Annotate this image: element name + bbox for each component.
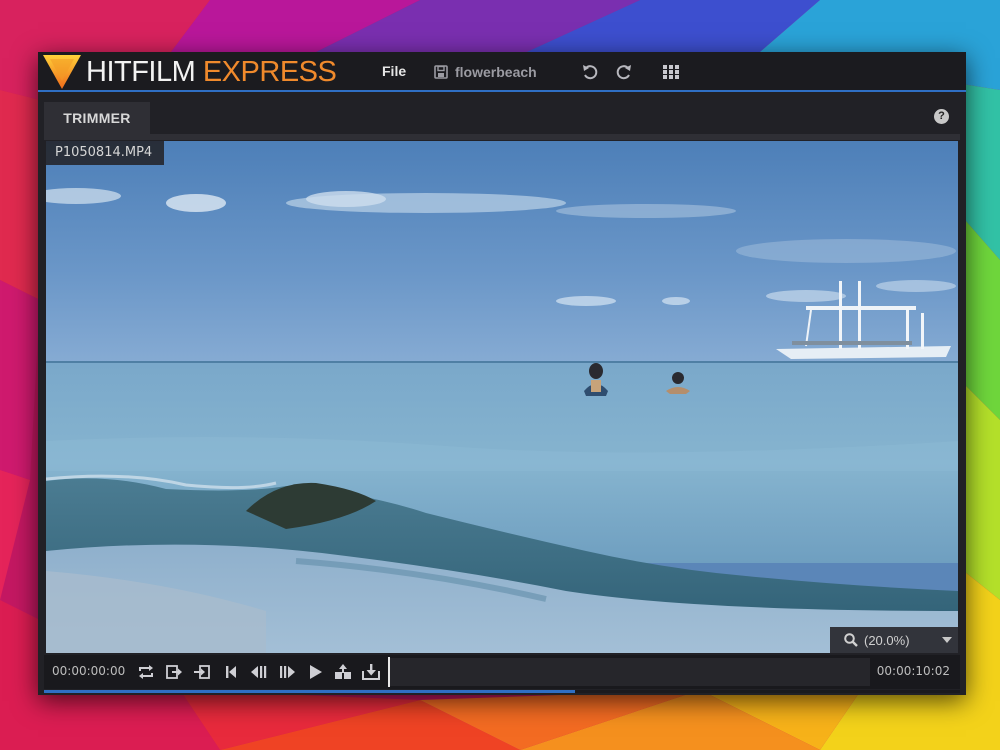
project-name-button[interactable]: flowerbeach xyxy=(434,62,537,82)
out-timecode[interactable]: 00:00:10:02 xyxy=(877,664,950,678)
video-frame xyxy=(46,141,958,653)
redo-icon[interactable] xyxy=(615,63,633,81)
file-menu[interactable]: File xyxy=(382,63,406,79)
brand-primary: HITFILM xyxy=(86,56,196,88)
hitfilm-logo-icon xyxy=(43,55,81,89)
tab-trimmer[interactable]: TRIMMER xyxy=(44,102,150,134)
zoom-value: (20.0%) xyxy=(864,632,910,648)
grid-icon[interactable] xyxy=(662,63,680,81)
title-bar: HITFILM EXPRESS File flowerbeach xyxy=(38,52,966,92)
brand-secondary: EXPRESS xyxy=(202,56,337,88)
help-icon[interactable]: ? xyxy=(934,109,949,124)
chevron-down-icon xyxy=(942,637,952,643)
step-back-icon[interactable] xyxy=(250,663,268,681)
transport-bar: 00:00:00:00 00:00:10:02 xyxy=(44,655,960,689)
step-forward-icon[interactable] xyxy=(278,663,296,681)
timeline-progress-fill xyxy=(44,690,576,693)
trimmer-viewer[interactable]: P1050814.MP4 (20.0%) xyxy=(46,141,958,653)
magnifier-icon xyxy=(844,633,858,647)
project-name: flowerbeach xyxy=(455,64,537,80)
app-brand: HITFILM EXPRESS xyxy=(86,55,337,89)
set-in-out-icon[interactable] xyxy=(334,663,352,681)
panel-divider xyxy=(44,134,960,140)
play-icon[interactable] xyxy=(306,663,324,681)
overlay-icon[interactable] xyxy=(193,663,211,681)
zoom-dropdown[interactable]: (20.0%) xyxy=(830,627,958,653)
trimmer-panel-header: TRIMMER xyxy=(38,92,966,134)
go-to-start-icon[interactable] xyxy=(222,663,240,681)
loop-icon[interactable] xyxy=(137,663,155,681)
in-timecode[interactable]: 00:00:00:00 xyxy=(52,664,125,678)
clip-name-label: P1050814.MP4 xyxy=(46,141,165,165)
export-icon[interactable] xyxy=(362,663,380,681)
insert-icon[interactable] xyxy=(165,663,183,681)
scrub-track[interactable] xyxy=(388,657,870,687)
playhead[interactable] xyxy=(388,657,390,687)
hitfilm-window: HITFILM EXPRESS File flowerbeach TRIMMER xyxy=(38,52,966,695)
save-icon xyxy=(434,65,448,79)
timeline-progress-bar xyxy=(44,690,960,693)
undo-icon[interactable] xyxy=(581,63,599,81)
